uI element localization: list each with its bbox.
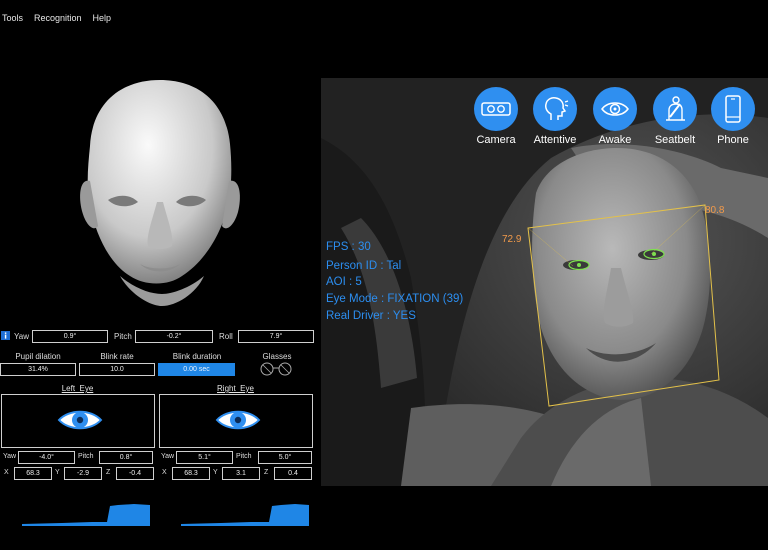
info-icon[interactable] (1, 331, 10, 340)
left-eye-yaw-label: Yaw (3, 453, 17, 460)
right-eye-x-field[interactable]: 68.3 (172, 467, 210, 480)
left-eye-z-label: Z (106, 469, 111, 476)
right-eye-pitch-label: Pitch (236, 453, 252, 460)
menu-help[interactable]: Help (93, 13, 112, 23)
aoi-text: AOI : 5 (326, 276, 362, 288)
face-box-left-value: 72.9 (502, 234, 522, 245)
roll-value-field[interactable]: 7.9° (238, 330, 314, 343)
left-eye-yaw-field[interactable]: -4.0° (18, 451, 75, 464)
left-eye-title: Left_Eye (61, 384, 94, 393)
camera-icon (481, 102, 511, 116)
right-eye-y-label: Y (213, 469, 218, 476)
left-eye-pitch-field[interactable]: 0.8° (99, 451, 153, 464)
right-eye-signal-graph (181, 504, 309, 526)
blink-rate-label: Blink rate (100, 352, 134, 361)
left-eye-icon (57, 410, 103, 430)
right-eye-x-label: X (162, 469, 167, 476)
menu-tools[interactable]: Tools (2, 13, 23, 23)
left-eye-x-field[interactable]: 68.3 (14, 467, 52, 480)
right-eye-pitch-field[interactable]: 5.0° (258, 451, 312, 464)
attentive-badge-label: Attentive (533, 134, 577, 146)
blink-duration-label: Blink duration (172, 352, 222, 361)
left-eye-signal-graph (22, 504, 150, 526)
left-eye-y-label: Y (55, 469, 60, 476)
pitch-value-field[interactable]: -0.2° (135, 330, 213, 343)
fps-text: FPS : 30 (326, 241, 371, 253)
awake-badge[interactable]: Awake (590, 87, 640, 146)
person-id-text: Person ID : Tal (326, 260, 402, 272)
seatbelt-badge-label: Seatbelt (654, 134, 696, 146)
seatbelt-icon (666, 96, 685, 121)
head-model (80, 80, 240, 306)
phone-icon (725, 95, 741, 123)
right-eye-panel (159, 394, 313, 448)
pitch-label: Pitch (114, 332, 132, 341)
eye-mode-text: Eye Mode : FIXATION (39) (326, 293, 464, 305)
awake-badge-label: Awake (598, 134, 632, 146)
head-model-view (80, 80, 240, 306)
glasses-icon (260, 362, 292, 376)
right-eye-yaw-label: Yaw (161, 453, 175, 460)
attentive-badge[interactable]: Attentive (528, 87, 582, 146)
phone-badge[interactable]: Phone (708, 87, 758, 146)
left-eye-z-field[interactable]: -0.4 (116, 467, 154, 480)
phone-badge-label: Phone (717, 134, 749, 146)
glasses-label: Glasses (262, 352, 292, 361)
right-eye-yaw-field[interactable]: 5.1° (176, 451, 233, 464)
right-eye-z-field[interactable]: 0.4 (274, 467, 312, 480)
pupil-dilation-label: Pupil dilation (15, 352, 61, 361)
left-eye-pitch-label: Pitch (78, 453, 94, 460)
blink-duration-field[interactable]: 0.00 sec (158, 363, 235, 376)
left-eye-y-field[interactable]: -2.9 (64, 467, 102, 480)
attentive-head-icon (545, 97, 569, 120)
right-eye-icon (215, 410, 261, 430)
camera-badge-label: Camera (476, 134, 516, 146)
camera-badge[interactable]: Camera (471, 87, 521, 146)
roll-label: Roll (219, 332, 233, 341)
eye-icon (601, 102, 629, 116)
left-eye-x-label: X (4, 469, 9, 476)
yaw-value-field[interactable]: 0.9° (32, 330, 108, 343)
real-driver-text: Real Driver : YES (326, 310, 416, 322)
right-eye-z-label: Z (264, 469, 269, 476)
blink-rate-field[interactable]: 10.0 (79, 363, 155, 376)
face-box-right-value: 80.8 (705, 205, 725, 216)
left-eye-panel (1, 394, 155, 448)
right-eye-title: Right_Eye (217, 384, 254, 393)
menu-recognition[interactable]: Recognition (34, 13, 82, 23)
pupil-dilation-field[interactable]: 31.4% (0, 363, 76, 376)
yaw-label: Yaw (14, 332, 29, 341)
seatbelt-badge[interactable]: Seatbelt (648, 87, 702, 146)
right-eye-y-field[interactable]: 3.1 (222, 467, 260, 480)
menu-bar: Tools Recognition Help (0, 0, 768, 36)
